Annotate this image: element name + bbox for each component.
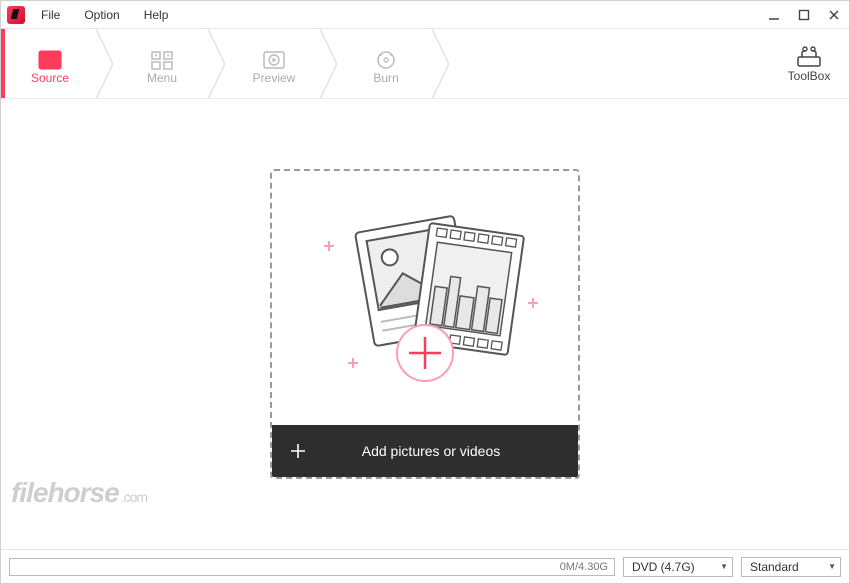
disc-type-value: DVD (4.7G) <box>632 560 695 574</box>
watermark-brand: filehorse <box>11 477 119 508</box>
bottom-bar: 0M/4.30G DVD (4.7G) ▼ Standard ▼ <box>1 549 849 583</box>
step-separator <box>207 29 229 98</box>
toolbox-icon <box>794 45 824 69</box>
watermark-suffix: .com <box>121 489 147 505</box>
close-button[interactable] <box>819 1 849 29</box>
step-menu[interactable]: Menu <box>117 29 207 98</box>
toolbox-label: ToolBox <box>788 69 831 83</box>
menu-icon <box>149 49 175 71</box>
menu-help[interactable]: Help <box>134 4 179 26</box>
step-burn-label: Burn <box>373 71 398 85</box>
add-media-bar[interactable]: Add pictures or videos <box>272 425 578 477</box>
step-preview-label: Preview <box>253 71 296 85</box>
menubar: File Option Help <box>31 4 178 26</box>
step-source[interactable]: Source <box>5 29 95 98</box>
dropzone[interactable]: Add pictures or videos <box>270 169 580 479</box>
menu-file[interactable]: File <box>31 4 70 26</box>
chevron-down-icon: ▼ <box>720 562 728 571</box>
step-preview[interactable]: Preview <box>229 29 319 98</box>
menu-option[interactable]: Option <box>74 4 129 26</box>
burn-icon <box>373 49 399 71</box>
quality-value: Standard <box>750 560 799 574</box>
titlebar: File Option Help <box>1 1 849 29</box>
preview-icon <box>261 49 287 71</box>
watermark: filehorse.com <box>11 477 147 509</box>
toolbox-button[interactable]: ToolBox <box>769 29 849 98</box>
step-separator <box>431 29 453 98</box>
source-icon <box>37 49 63 71</box>
step-breadcrumb: Source Menu Preview Burn <box>1 29 849 99</box>
step-menu-label: Menu <box>147 71 177 85</box>
step-separator <box>319 29 341 98</box>
disc-type-select[interactable]: DVD (4.7G) ▼ <box>623 557 733 577</box>
app-icon <box>7 6 25 24</box>
maximize-button[interactable] <box>789 1 819 29</box>
step-source-label: Source <box>31 71 69 85</box>
main-area: Add pictures or videos filehorse.com <box>1 99 849 549</box>
step-separator <box>95 29 117 98</box>
plus-icon <box>272 442 324 460</box>
add-media-label: Add pictures or videos <box>324 443 578 459</box>
step-burn[interactable]: Burn <box>341 29 431 98</box>
window-controls <box>759 1 849 29</box>
capacity-meter: 0M/4.30G <box>9 558 615 576</box>
chevron-down-icon: ▼ <box>828 562 836 571</box>
minimize-button[interactable] <box>759 1 789 29</box>
dropzone-illustration <box>272 171 578 425</box>
capacity-text: 0M/4.30G <box>560 561 608 573</box>
quality-select[interactable]: Standard ▼ <box>741 557 841 577</box>
